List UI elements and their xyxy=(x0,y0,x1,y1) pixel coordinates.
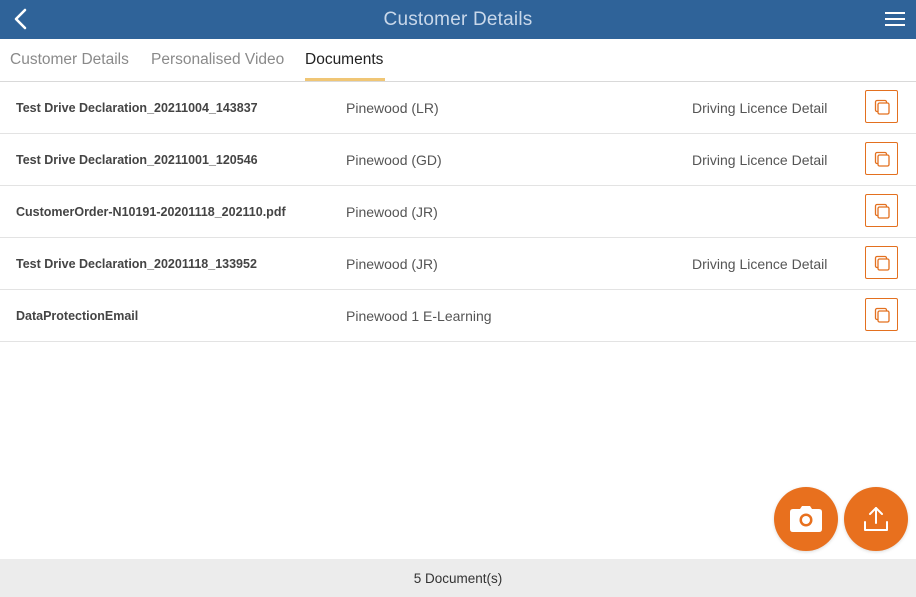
tab-label: Documents xyxy=(305,51,384,68)
document-count: 5 Document(s) xyxy=(413,570,503,586)
copy-icon xyxy=(874,99,890,115)
document-location: Pinewood 1 E-Learning xyxy=(346,307,492,324)
document-row[interactable]: DataProtectionEmail Pinewood 1 E-Learnin… xyxy=(0,290,916,342)
menu-button[interactable] xyxy=(884,8,906,30)
camera-button[interactable] xyxy=(774,487,838,551)
app-root: Customer Details Customer Details Person… xyxy=(0,0,916,597)
document-location: Pinewood (GD) xyxy=(346,151,442,168)
document-location: Pinewood (JR) xyxy=(346,203,438,220)
copy-icon xyxy=(874,203,890,219)
footer-bar: 5 Document(s) xyxy=(0,559,916,597)
page-title: Customer Details xyxy=(383,8,533,30)
copy-button[interactable] xyxy=(865,194,898,227)
copy-button[interactable] xyxy=(865,142,898,175)
copy-icon xyxy=(874,307,890,323)
document-type: Driving Licence Detail xyxy=(692,255,828,272)
tab-documents[interactable]: Documents xyxy=(305,39,386,81)
hamburger-menu-icon xyxy=(885,12,905,26)
tab-customer-details[interactable]: Customer Details xyxy=(10,39,129,81)
chevron-left-icon xyxy=(14,8,27,30)
copy-button[interactable] xyxy=(865,246,898,279)
copy-button[interactable] xyxy=(865,298,898,331)
document-type: Driving Licence Detail xyxy=(692,151,828,168)
copy-icon xyxy=(874,255,890,271)
document-row[interactable]: Test Drive Declaration_20211001_120546 P… xyxy=(0,134,916,186)
document-name: Test Drive Declaration_20211004_143837 xyxy=(16,100,258,115)
copy-icon xyxy=(874,151,890,167)
tab-label: Customer Details xyxy=(10,51,129,68)
document-name: DataProtectionEmail xyxy=(16,308,139,323)
document-location: Pinewood (JR) xyxy=(346,255,438,272)
upload-icon xyxy=(864,507,888,531)
camera-icon xyxy=(790,506,822,532)
document-row[interactable]: Test Drive Declaration_20211004_143837 P… xyxy=(0,82,916,134)
document-row[interactable]: CustomerOrder-N10191-20201118_202110.pdf… xyxy=(0,186,916,238)
document-location: Pinewood (LR) xyxy=(346,99,439,116)
document-type: Driving Licence Detail xyxy=(692,99,828,116)
tab-label: Personalised Video xyxy=(151,51,285,68)
document-row[interactable]: Test Drive Declaration_20201118_133952 P… xyxy=(0,238,916,290)
copy-button[interactable] xyxy=(865,90,898,123)
tab-bar: Customer Details Personalised Video Docu… xyxy=(0,39,916,82)
document-name: CustomerOrder-N10191-20201118_202110.pdf xyxy=(16,204,286,219)
document-name: Test Drive Declaration_20211001_120546 xyxy=(16,152,258,167)
active-tab-indicator xyxy=(305,78,386,81)
document-name: Test Drive Declaration_20201118_133952 xyxy=(16,256,257,271)
documents-list: Test Drive Declaration_20211004_143837 P… xyxy=(0,82,916,342)
upload-button[interactable] xyxy=(844,487,908,551)
tab-personalised-video[interactable]: Personalised Video xyxy=(151,39,284,81)
back-button[interactable] xyxy=(8,6,34,32)
header-bar: Customer Details xyxy=(0,0,916,39)
